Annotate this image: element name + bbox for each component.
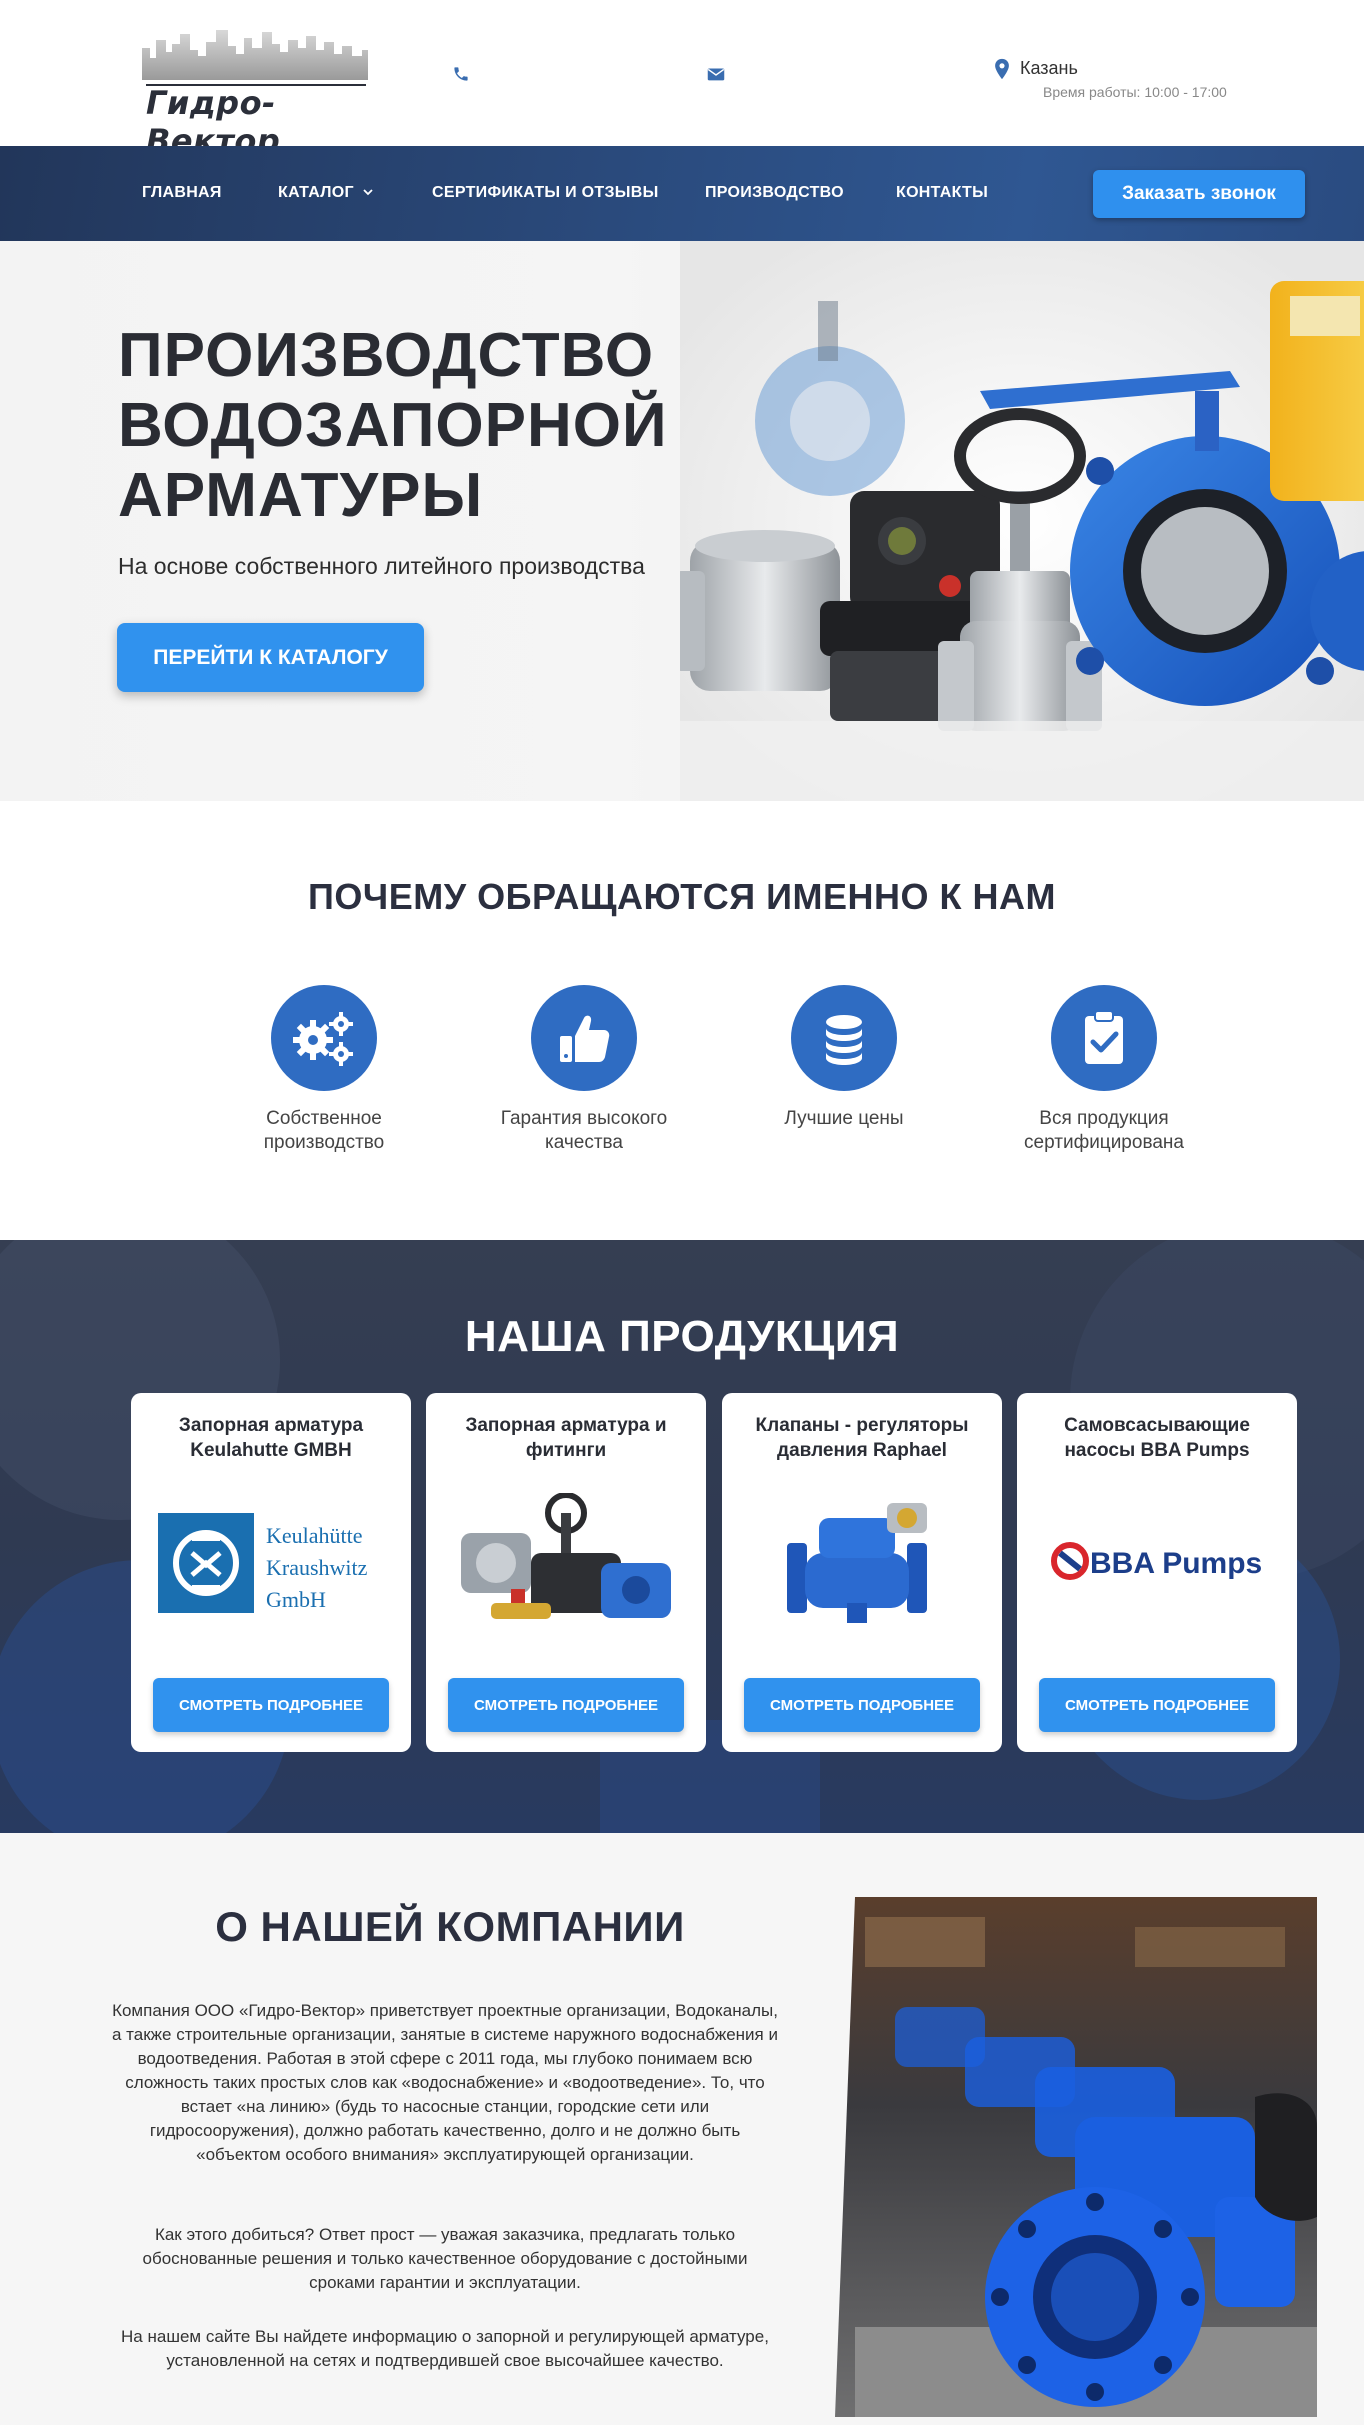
feature-label-line: качества xyxy=(545,1132,623,1153)
product-card-title-line: Запорная арматура xyxy=(178,1415,364,1436)
logo-line-text: Kraushwitz xyxy=(266,1555,368,1580)
working-hours: Время работы: 10:00 - 17:00 xyxy=(1043,84,1227,100)
feature-label-line: Лучшие цены xyxy=(784,1108,904,1129)
valves-image xyxy=(680,241,1364,801)
thumbs-up-icon xyxy=(560,1015,610,1062)
feature-best-prices: Лучшие цены xyxy=(734,985,954,1131)
feature-quality-guarantee: Гарантия высокого качества xyxy=(474,985,694,1155)
product-card-keulahutte[interactable]: Запорная арматура Keulahutte GMBH Keulah… xyxy=(131,1393,411,1752)
logo-line-text: GmbH xyxy=(266,1587,326,1612)
feature-label-line: производство xyxy=(263,1132,385,1153)
about-paragraph: Компания ООО «Гидро-Вектор» приветствует… xyxy=(112,2001,778,2164)
products-section: НАША ПРОДУКЦИЯ Запорная арматура Keulahu… xyxy=(0,1240,1364,1833)
about-title: О НАШЕЙ КОМПАНИИ xyxy=(215,1903,685,1950)
city-label: Казань xyxy=(1020,58,1078,78)
feature-label: Лучшие цены xyxy=(734,1107,954,1131)
product-card-bba-pumps[interactable]: Самовсасывающие насосы BBA Pumps BBA Pum… xyxy=(1017,1393,1297,1752)
coins-icon xyxy=(826,1015,862,1065)
logo-line-text: Keulahütte xyxy=(266,1523,363,1548)
nav-item-production[interactable]: ПРОИЗВОДСТВО xyxy=(705,184,844,202)
nav-item-certificates[interactable]: СЕРТИФИКАТЫ И ОТЗЫВЫ xyxy=(432,184,659,202)
valves-production-photo xyxy=(835,1897,1317,2417)
feature-icon-circle xyxy=(1051,985,1157,1091)
product-card-title: Клапаны - регуляторы давления Raphael xyxy=(732,1413,992,1463)
product-card-raphael[interactable]: Клапаны - регуляторы давления Raphael СМ… xyxy=(722,1393,1002,1752)
feature-icon-circle xyxy=(791,985,897,1091)
about-section: О НАШЕЙ КОМПАНИИ Компания ООО «Гидро-Век… xyxy=(0,1833,1364,2425)
feature-certified: Вся продукция сертифицирована xyxy=(994,985,1214,1155)
keulahutte-logo: Keulahütte Kraushwitz GmbH xyxy=(158,1513,368,1613)
site-logo[interactable]: Гидро-Вектор xyxy=(140,28,370,160)
hero-title-line: АРМАТУРЫ xyxy=(118,461,484,530)
view-details-button[interactable]: СМОТРЕТЬ ПОДРОБНЕЕ xyxy=(448,1678,684,1732)
product-card-title-line: Самовсасывающие xyxy=(1064,1415,1250,1436)
feature-label-line: Гарантия высокого xyxy=(500,1108,668,1129)
feature-label-line: сертифицирована xyxy=(1024,1132,1184,1153)
hero-title-line: ПРОИЗВОДСТВО xyxy=(118,321,655,390)
bba-pumps-logo: BBA Pumps xyxy=(1051,1542,1262,1580)
view-details-button[interactable]: СМОТРЕТЬ ПОДРОБНЕЕ xyxy=(153,1678,389,1732)
product-card-title: Самовсасывающие насосы BBA Pumps xyxy=(1027,1413,1287,1463)
hero-section: ПРОИЗВОДСТВО ВОДОЗАПОРНОЙ АРМАТУРЫ На ос… xyxy=(0,241,1364,801)
nav-item-contacts[interactable]: КОНТАКТЫ xyxy=(896,184,988,202)
fittings-image xyxy=(461,1493,671,1619)
product-card-fittings[interactable]: Запорная арматура и фитинги СМОТРЕТЬ ПОД… xyxy=(426,1393,706,1752)
product-card-title-line: Клапаны - регуляторы xyxy=(755,1415,969,1436)
feature-label: Собственное производство xyxy=(214,1107,434,1155)
about-paragraph: Как этого добиться? Ответ прост — уважая… xyxy=(142,2225,748,2292)
product-card-title-line: давления Raphael xyxy=(777,1440,947,1461)
hero-subtitle: На основе собственного литейного произво… xyxy=(118,553,645,579)
hero-title-line: ВОДОЗАПОРНОЙ xyxy=(118,391,668,460)
feature-icon-circle xyxy=(531,985,637,1091)
chevron-down-icon[interactable] xyxy=(362,186,374,198)
hero-title: ПРОИЗВОДСТВО ВОДОЗАПОРНОЙ АРМАТУРЫ xyxy=(118,321,718,531)
phone-icon[interactable] xyxy=(450,63,472,85)
product-card-title-line: насосы BBA Pumps xyxy=(1064,1440,1250,1461)
products-title: НАША ПРОДУКЦИЯ xyxy=(464,1312,900,1361)
product-card-title-line: фитинги xyxy=(525,1440,607,1461)
view-details-button[interactable]: СМОТРЕТЬ ПОДРОБНЕЕ xyxy=(744,1678,980,1732)
view-details-button[interactable]: СМОТРЕТЬ ПОДРОБНЕЕ xyxy=(1039,1678,1275,1732)
why-us-title: ПОЧЕМУ ОБРАЩАЮТСЯ ИМЕННО К НАМ xyxy=(308,876,1056,917)
feature-icon-circle xyxy=(271,985,377,1091)
product-card-title-line: Запорная арматура и xyxy=(465,1415,667,1436)
order-call-button[interactable]: Заказать звонок xyxy=(1093,170,1305,218)
about-paragraph: На нашем сайте Вы найдете информацию о з… xyxy=(121,2327,769,2370)
pressure-valve-image xyxy=(787,1503,927,1623)
main-navigation: ГЛАВНАЯ КАТАЛОГ СЕРТИФИКАТЫ И ОТЗЫВЫ ПРО… xyxy=(0,146,1364,241)
feature-label: Вся продукция сертифицирована xyxy=(994,1107,1214,1155)
feature-label-line: Вся продукция xyxy=(1039,1108,1169,1129)
product-card-title: Запорная арматура Keulahutte GMBH xyxy=(141,1413,401,1463)
product-card-title: Запорная арматура и фитинги xyxy=(436,1413,696,1463)
nav-item-home[interactable]: ГЛАВНАЯ xyxy=(142,184,222,202)
top-header: Гидро-Вектор Казань Время работы: 10:00 … xyxy=(0,0,1364,160)
product-card-title-line: Keulahutte GMBH xyxy=(190,1440,352,1461)
gears-icon xyxy=(293,1012,353,1066)
go-to-catalog-button[interactable]: ПЕРЕЙТИ К КАТАЛОГУ xyxy=(117,623,424,692)
feature-own-production: Собственное производство xyxy=(214,985,434,1155)
feature-label: Гарантия высокого качества xyxy=(474,1107,694,1155)
map-pin-icon xyxy=(995,58,1009,80)
city-skyline-icon xyxy=(142,30,368,80)
clipboard-check-icon xyxy=(1085,1010,1123,1064)
mail-icon[interactable] xyxy=(705,63,727,85)
nav-item-catalog[interactable]: КАТАЛОГ xyxy=(278,184,354,202)
feature-label-line: Собственное xyxy=(266,1108,382,1129)
logo-line-text: BBA Pumps xyxy=(1090,1547,1262,1580)
